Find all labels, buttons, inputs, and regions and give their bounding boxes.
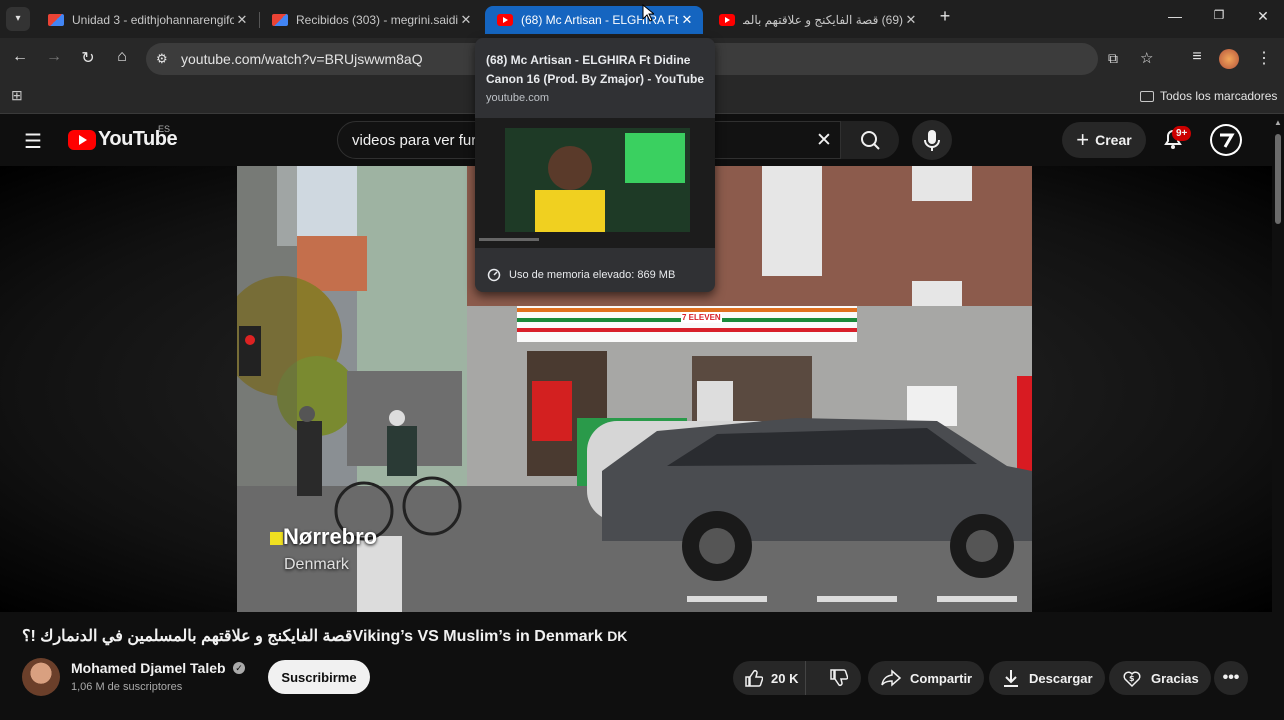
tab-mc-artisan[interactable]: (68) Mc Artisan - ELGHIRA Ft D ✕ [485,6,703,34]
thanks-label: Gracias [1151,670,1199,686]
tab-close-icon[interactable]: ✕ [679,12,695,28]
scroll-up-icon[interactable]: ▲ [1274,118,1282,127]
hamburger-menu-icon[interactable]: ☰ [24,129,42,154]
menu-kebab-icon[interactable]: ⋮ [1252,48,1276,70]
country-flag-label: DK [607,628,628,644]
youtube-icon [719,14,735,26]
download-icon [1004,670,1018,687]
apps-grid-icon[interactable]: ⊞ [11,87,23,104]
profile-avatar-icon[interactable] [1219,49,1239,69]
region-code: ES [158,124,171,134]
channel-avatar[interactable] [22,658,60,696]
share-arrow-icon [881,669,902,687]
video-title-text: قصة الفايكنج و علاقتهم بالمسلمين في الدن… [22,628,603,645]
thanks-button[interactable]: $ Gracias [1109,661,1211,695]
more-actions-button[interactable]: ••• [1214,661,1248,695]
more-horizontal-icon: ••• [1222,669,1240,686]
restore-icon[interactable]: ❐ [1204,8,1234,30]
like-button[interactable]: 20 K [733,661,807,695]
channel-name[interactable]: Mohamed Djamel Taleb [71,660,226,676]
account-logo-icon [1212,126,1240,154]
tab-title: Recibidos (303) - megrini.saidi@ [296,13,458,27]
forward-icon[interactable]: → [42,48,66,70]
tab-recibidos[interactable]: Recibidos (303) - megrini.saidi@ ✕ [260,6,482,34]
hover-card-domain: youtube.com [486,92,549,104]
folder-icon [1140,90,1154,102]
address-url: youtube.com/watch?v=BRUjswwm8aQ [181,51,423,67]
home-icon[interactable]: ⌂ [110,48,134,70]
microphone-icon [924,130,940,151]
subscriber-count: 1,06 M de suscriptores [71,681,183,693]
store-sign: 7 ELEVEN [681,312,722,323]
heart-dollar-icon: $ [1123,671,1141,688]
bookmark-star-icon[interactable]: ☆ [1140,49,1153,67]
tab-viking-video[interactable]: (69) قصة الفايكنج و علاقتهم بالمسلمين ✕ [707,6,927,34]
verified-check-icon: ✓ [233,662,245,674]
all-bookmarks-label: Todos los marcadores [1160,89,1278,103]
reload-icon[interactable]: ↻ [76,48,100,70]
all-bookmarks-button[interactable]: Todos los marcadores [1140,89,1277,103]
notifications-badge: 9+ [1172,126,1192,141]
thumbs-down-icon [829,669,848,687]
site-info-icon[interactable]: ⚙ [156,51,168,67]
video-overlay-country: Denmark [284,556,349,573]
download-label: Descargar [1029,670,1093,686]
reading-list-icon[interactable]: ≡ [1185,48,1209,70]
share-button[interactable]: Compartir [868,661,985,695]
tab-title: (69) قصة الفايكنج و علاقتهم بالمسلمين [743,13,903,27]
subscribe-button[interactable]: Suscribirme [268,660,370,694]
thumbnail-preview [475,118,715,248]
hover-card-thumbnail [475,118,715,248]
location-marker-icon [270,532,283,545]
youtube-logo-icon[interactable] [68,130,96,150]
tab-title: Unidad 3 - edithjohannarengifo [72,13,234,27]
tab-hover-card: (68) Mc Artisan - ELGHIRA Ft Didine Cano… [475,38,715,292]
back-icon[interactable]: ← [8,48,32,70]
tab-unidad-3[interactable]: Unidad 3 - edithjohannarengifo ✕ [36,6,258,34]
close-window-icon[interactable]: ✕ [1248,8,1278,30]
memory-usage-text: Uso de memoria elevado: 869 MB [509,268,676,281]
tab-close-icon[interactable]: ✕ [234,12,250,28]
svg-text:$: $ [1129,674,1135,683]
tab-search-icon[interactable]: ▾ [6,7,30,31]
video-title: قصة الفايكنج و علاقتهم بالمسلمين في الدن… [22,626,627,646]
youtube-icon [497,14,513,26]
minimize-icon[interactable]: — [1160,8,1190,30]
gmail-icon [48,14,64,26]
hover-card-memory: Uso de memoria elevado: 869 MB [475,257,715,292]
tab-close-icon[interactable]: ✕ [458,12,474,28]
voice-search-button[interactable] [912,120,952,160]
scrollbar-thumb[interactable] [1275,134,1281,224]
page-scrollbar[interactable]: ▲ [1272,114,1284,720]
gmail-icon [272,14,288,26]
account-avatar[interactable] [1210,124,1242,156]
hover-card-title: (68) Mc Artisan - ELGHIRA Ft Didine Cano… [486,53,705,86]
search-icon [861,131,880,150]
tab-title: (68) Mc Artisan - ELGHIRA Ft D [521,13,679,27]
create-button[interactable]: + Crear [1062,122,1146,158]
search-button[interactable] [841,121,899,159]
like-dislike-group: 20 K [733,661,861,695]
like-count: 20 K [771,670,799,686]
clear-search-icon[interactable]: ✕ [816,129,832,152]
plus-icon: + [1076,127,1090,152]
video-overlay-place: Nørrebro [283,524,378,549]
create-label: Crear [1095,132,1132,148]
mouse-cursor-icon [642,4,654,22]
memory-gauge-icon [487,268,501,281]
search-input[interactable]: videos para ver fur [352,132,476,149]
thumbs-up-icon [745,669,763,687]
new-tab-icon[interactable]: + [930,6,960,28]
share-label: Compartir [910,670,973,686]
tab-close-icon[interactable]: ✕ [903,12,919,28]
dislike-button[interactable] [814,661,861,695]
install-app-icon[interactable]: ⧉ [1108,50,1118,67]
download-button[interactable]: Descargar [989,661,1105,695]
